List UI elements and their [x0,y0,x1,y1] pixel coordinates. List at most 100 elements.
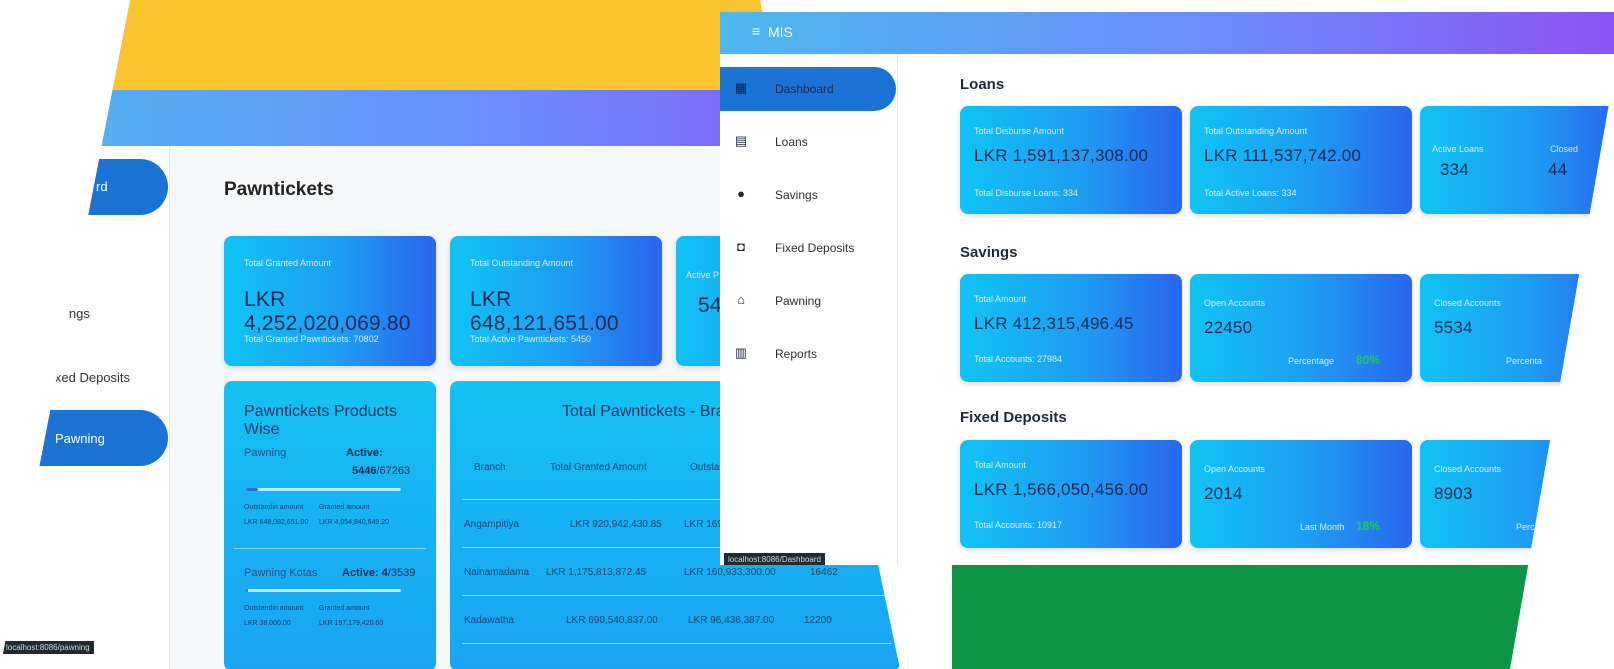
sidebar-item-dashboard[interactable] [0,159,168,215]
outstanding-label: Outstandin amount [244,605,304,612]
column-header-granted[interactable]: Total Granted Amount [550,462,647,473]
card-subtext: Total Disburse Loans: 334 [974,188,1079,198]
loan-document-icon: ▤ [734,133,748,148]
reports-icon: ▥ [734,345,748,360]
green-block [952,565,1552,669]
divider [462,595,892,596]
card-value: 8903 [1434,484,1473,503]
sidebar: rd ings ixed Deposits Pawning [0,146,170,669]
savings-total-card: Total Amount LKR 412,315,496.45 Total Ac… [960,274,1182,382]
percentage-label: Perce [1516,522,1540,532]
card-caption: Total Granted Amount [244,258,332,268]
products-card-title: Pawntickets Products Wise [244,403,397,438]
card-value: 334 [1440,160,1469,179]
percentage-label: Percenta [1506,356,1543,366]
menu-icon[interactable]: ≡ [752,23,760,39]
column-header-branch[interactable]: Branch [474,462,506,473]
card-subtext: Total Accounts: 10917 [974,520,1063,530]
cell-branch: Kadawatha [464,615,515,626]
sidebar-item-fixed-deposits-label[interactable]: ixed Deposits [52,370,130,385]
cell-branch: Angampitiya [464,519,520,530]
card-caption: Closed [1550,144,1579,154]
loans-outstanding-card: Total Outstanding Amount LKR 111,537,742… [1190,106,1412,214]
card-subtext: Total Active Pawntickets: 5450 [470,334,592,344]
percentage-value: 18% [1356,519,1381,533]
total-granted-card: Total Granted Amount LKR 4,252,020,069.8… [224,236,436,366]
cell-outstanding: LKR 160,933,300.00 [684,567,776,578]
page-title: Pawntickets [224,179,334,200]
cell-count: 16462 [810,567,838,578]
card-value: LKR 1,566,050,456.00 [974,480,1149,499]
product-progress-bar [246,488,401,491]
savings-open-card: Open Accounts 22450 Percentage 80% [1190,274,1412,382]
card-caption: Closed Accounts [1434,464,1502,474]
card-caption: Total Outstanding Amount [470,258,574,268]
card-subtext: Total Granted Pawntickets: 70802 [244,334,379,344]
sidebar: ▦ Dashboard ▤ Loans ● Savings ◘ Fixed De… [720,54,898,565]
branch-table-title: Total Pawntickets - Branc [562,403,742,420]
card-caption: Open Accounts [1204,464,1266,474]
product-progress-bar [246,589,401,592]
product-active-value: Active: 4/3539 [342,567,416,579]
card-value: 5534 [1434,318,1473,337]
card-caption: Open Accounts [1204,298,1266,308]
cell-outstanding: LKR 96,436,387.00 [688,615,775,626]
deposit-icon: ◘ [737,239,745,254]
fixed-deposits-open-card: Open Accounts 2014 Last Month 18% [1190,440,1412,548]
fixed-deposits-closed-card: Closed Accounts 8903 Perce [1420,440,1614,548]
sidebar-item-savings[interactable]: ● Savings [720,173,896,217]
loans-active-closed-card: Active Loans Closed 334 44 [1420,106,1614,214]
product-name: Pawning [244,447,287,459]
sidebar-item-label: Dashboard [775,82,834,96]
product-progress-fill [246,488,259,491]
sidebar-item-loans[interactable]: ▤ Loans [720,120,896,164]
sidebar-item-fixed-deposits[interactable]: ◘ Fixed Deposits [720,226,896,270]
section-title-fixed-deposits: Fixed Deposits [960,409,1067,426]
card-value: LKR 111,537,742.00 [1204,146,1362,165]
divider [234,548,426,549]
card-caption: Total Outstanding Amount [1204,126,1308,136]
percentage-label: Percentage [1288,356,1335,366]
card-value: LKR 412,315,496.45 [974,314,1134,333]
outstanding-label: Outstandin amount [244,504,304,511]
products-wise-card: Pawntickets Products Wise Pawning Active… [224,381,436,669]
sidebar-item-reports[interactable]: ▥ Reports [720,332,896,376]
loans-disburse-card: Total Disburse Amount LKR 1,591,137,308.… [960,106,1182,214]
sidebar-item-label: Reports [775,347,818,361]
status-bar-url: localhost:8086/pawning [2,641,94,654]
card-caption: Active P [686,270,720,280]
card-caption: Closed Accounts [1434,298,1502,308]
section-title-savings: Savings [960,244,1018,261]
cell-branch: Nainamadama [464,567,530,578]
card-value: 22450 [1204,318,1253,337]
card-subtext: Total Accounts: 27984 [974,354,1063,364]
divider [462,643,892,644]
cell-count: 12200 [804,615,832,626]
card-value: 2014 [1204,484,1243,503]
card-value: LKR 648,121,651.00 [470,288,619,335]
bank-icon: ⌂ [737,292,745,307]
card-value: LKR 4,252,020,069.80 [244,288,411,335]
top-app-bar: ≡ MIS [720,12,1614,54]
outstanding-value: LKR 38,000.00 [244,620,291,627]
sidebar-item-pawning-label: Pawning [55,431,105,446]
product-active-value: 5446/67263 [352,465,411,477]
outstanding-value: LKR 648,082,651.00 [244,519,309,526]
cell-granted: LKR 1,175,813,872.45 [546,567,647,578]
column-header-outstanding[interactable]: Outstan [690,462,725,473]
card-subtext: Total Active Loans: 334 [1204,188,1297,198]
fixed-deposits-total-card: Total Amount LKR 1,566,050,456.00 Total … [960,440,1182,548]
sidebar-item-dashboard[interactable]: ▦ Dashboard [720,67,896,111]
card-value: 44 [1548,160,1568,179]
cell-granted: LKR 690,540,837.00 [566,615,658,626]
card-caption: Total Amount [974,460,1027,470]
sidebar-item-label: Loans [775,135,808,149]
product-progress-fill [246,589,248,592]
total-outstanding-card: Total Outstanding Amount LKR 648,121,651… [450,236,662,366]
granted-label: Granted amount [319,504,370,511]
savings-closed-card: Closed Accounts 5534 Percenta [1420,274,1614,382]
sidebar-item-pawning[interactable]: ⌂ Pawning [720,279,896,323]
cell-outstanding: LKR 169, [684,519,726,530]
dashboard-icon: ▦ [734,80,748,95]
sidebar-item-savings-label[interactable]: ings [66,306,90,321]
